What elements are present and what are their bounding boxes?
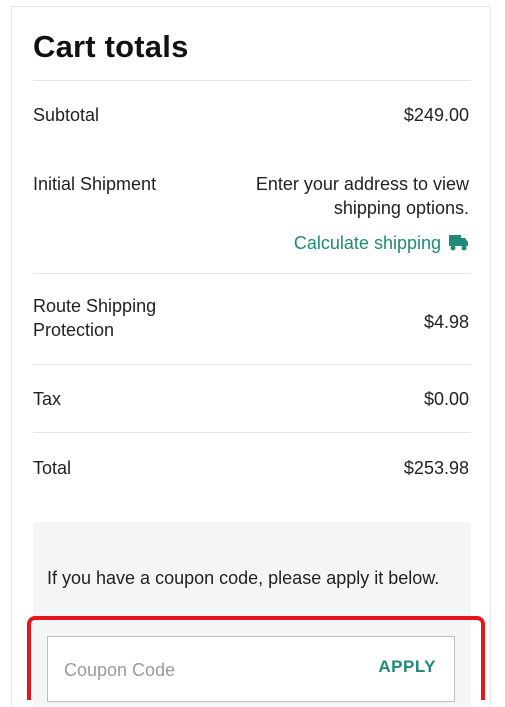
divider — [33, 273, 471, 274]
initial-shipment-label: Initial Shipment — [33, 174, 157, 194]
tax-label: Tax — [33, 389, 62, 409]
route-shipping-label: Route Shipping Protection — [33, 296, 157, 340]
calculate-shipping-label: Calculate shipping — [293, 233, 441, 253]
coupon-code-input[interactable] — [62, 655, 346, 685]
truck-icon — [449, 234, 469, 252]
divider — [33, 80, 471, 81]
coupon-section: If you have a coupon code, please apply … — [33, 522, 471, 707]
subtotal-label: Subtotal — [33, 105, 100, 125]
route-shipping-value: $4.98 — [423, 312, 469, 332]
apply-coupon-button[interactable]: APPLY — [378, 657, 436, 677]
total-label: Total — [33, 458, 72, 478]
divider — [33, 432, 471, 433]
divider — [33, 364, 471, 365]
cart-totals-title: Cart totals — [33, 29, 189, 64]
shipping-info-text: Enter your address to view shipping opti… — [255, 174, 469, 218]
total-value: $253.98 — [403, 458, 469, 478]
calculate-shipping-link[interactable]: Calculate shipping — [294, 231, 469, 255]
tax-value: $0.00 — [423, 389, 469, 409]
coupon-field: APPLY — [47, 636, 455, 702]
subtotal-value: $249.00 — [403, 105, 469, 125]
cart-totals-panel: Cart totals Subtotal $249.00 Initial Shi… — [11, 6, 491, 707]
coupon-message: If you have a coupon code, please apply … — [47, 568, 440, 588]
